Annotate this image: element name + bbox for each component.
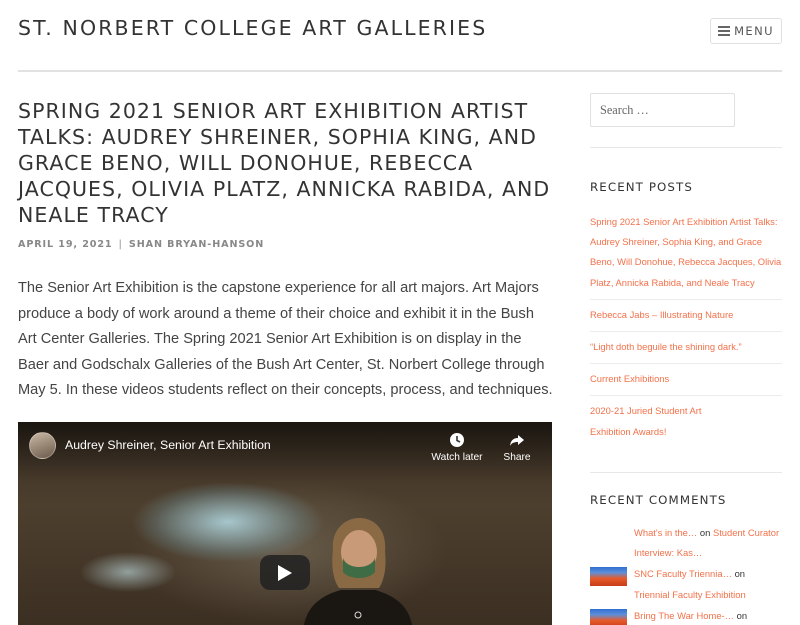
- menu-label: MENU: [734, 24, 774, 38]
- recent-post-item: 2020-21 Juried Student Art Exhibition Aw…: [590, 396, 782, 447]
- watch-later-button[interactable]: Watch later: [429, 432, 485, 463]
- share-label: Share: [503, 452, 531, 463]
- comment-on-text: on: [734, 568, 745, 580]
- share-button[interactable]: Share: [489, 432, 545, 463]
- hamburger-icon: [718, 24, 731, 39]
- commenter-avatar: [590, 608, 627, 625]
- recent-post-item: Spring 2021 Senior Art Exhibition Artist…: [590, 212, 782, 300]
- recent-posts-widget: RECENT POSTS Spring 2021 Senior Art Exhi…: [590, 180, 782, 473]
- comment-item: Bring The War Home-… on: [590, 606, 782, 625]
- search-input[interactable]: [590, 93, 735, 127]
- recent-post-link[interactable]: Rebecca Jabs – Illustrating Nature: [590, 309, 733, 320]
- recent-post-link[interactable]: Current Exhibitions: [590, 373, 669, 384]
- presenter-figure: [304, 518, 412, 625]
- sidebar: RECENT POSTS Spring 2021 Senior Art Exhi…: [590, 93, 782, 625]
- comment-post-link[interactable]: Triennial Faculty Exhibition: [634, 589, 746, 600]
- comment-item: What's in the… on Student Curator Interv…: [590, 523, 782, 563]
- recent-post-link[interactable]: “Light doth beguile the shining dark.”: [590, 341, 742, 352]
- recent-posts-title: RECENT POSTS: [590, 180, 693, 194]
- main-content: SPRING 2021 SENIOR ART EXHIBITION ARTIST…: [18, 98, 553, 625]
- menu-button[interactable]: MENU: [710, 18, 782, 44]
- meta-separator: |: [118, 239, 123, 250]
- comment-author-link[interactable]: Bring The War Home-…: [634, 610, 734, 621]
- recent-post-item: “Light doth beguile the shining dark.”: [590, 332, 782, 365]
- sidebar-divider: [590, 471, 782, 473]
- comment-author-link[interactable]: SNC Faculty Triennia…: [634, 568, 732, 579]
- recent-post-item: Current Exhibitions: [590, 364, 782, 397]
- channel-avatar[interactable]: [29, 432, 56, 459]
- site-title[interactable]: ST. NORBERT COLLEGE ART GALLERIES: [18, 16, 487, 40]
- comment-author-link[interactable]: What's in the…: [634, 527, 697, 538]
- sidebar-divider: [590, 147, 782, 148]
- video-embed[interactable]: Audrey Shreiner, Senior Art Exhibition W…: [18, 422, 552, 625]
- recent-post-link[interactable]: Spring 2021 Senior Art Exhibition Artist…: [590, 216, 781, 288]
- play-button[interactable]: [260, 555, 310, 590]
- comment-item: SNC Faculty Triennia… on Triennial Facul…: [590, 564, 782, 604]
- post-author[interactable]: SHAN BRYAN-HANSON: [129, 239, 264, 250]
- recent-comments-title: RECENT COMMENTS: [590, 493, 727, 507]
- recent-post-link[interactable]: 2020-21 Juried Student Art Exhibition Aw…: [590, 405, 702, 436]
- post-date[interactable]: APRIL 19, 2021: [18, 239, 113, 250]
- post-title: SPRING 2021 SENIOR ART EXHIBITION ARTIST…: [18, 99, 551, 227]
- post-body: The Senior Art Exhibition is the capston…: [18, 280, 553, 398]
- clock-icon: [450, 433, 464, 447]
- video-title[interactable]: Audrey Shreiner, Senior Art Exhibition: [65, 438, 271, 452]
- site-header: ST. NORBERT COLLEGE ART GALLERIES MENU: [18, 0, 782, 72]
- watch-later-label: Watch later: [431, 452, 483, 463]
- recent-comments-list: What's in the… on Student Curator Interv…: [590, 523, 782, 625]
- recent-post-item: Rebecca Jabs – Illustrating Nature: [590, 300, 782, 333]
- post-meta: APRIL 19, 2021 | SHAN BRYAN-HANSON: [18, 239, 553, 250]
- share-icon: [510, 435, 524, 446]
- comment-on-text: on: [736, 609, 748, 621]
- recent-posts-list: Spring 2021 Senior Art Exhibition Artist…: [590, 212, 782, 448]
- recent-comments-widget: RECENT COMMENTS What's in the… on Studen…: [590, 493, 782, 625]
- comment-on-text: on: [699, 527, 711, 538]
- commenter-avatar: [590, 567, 627, 587]
- play-icon: [278, 564, 292, 581]
